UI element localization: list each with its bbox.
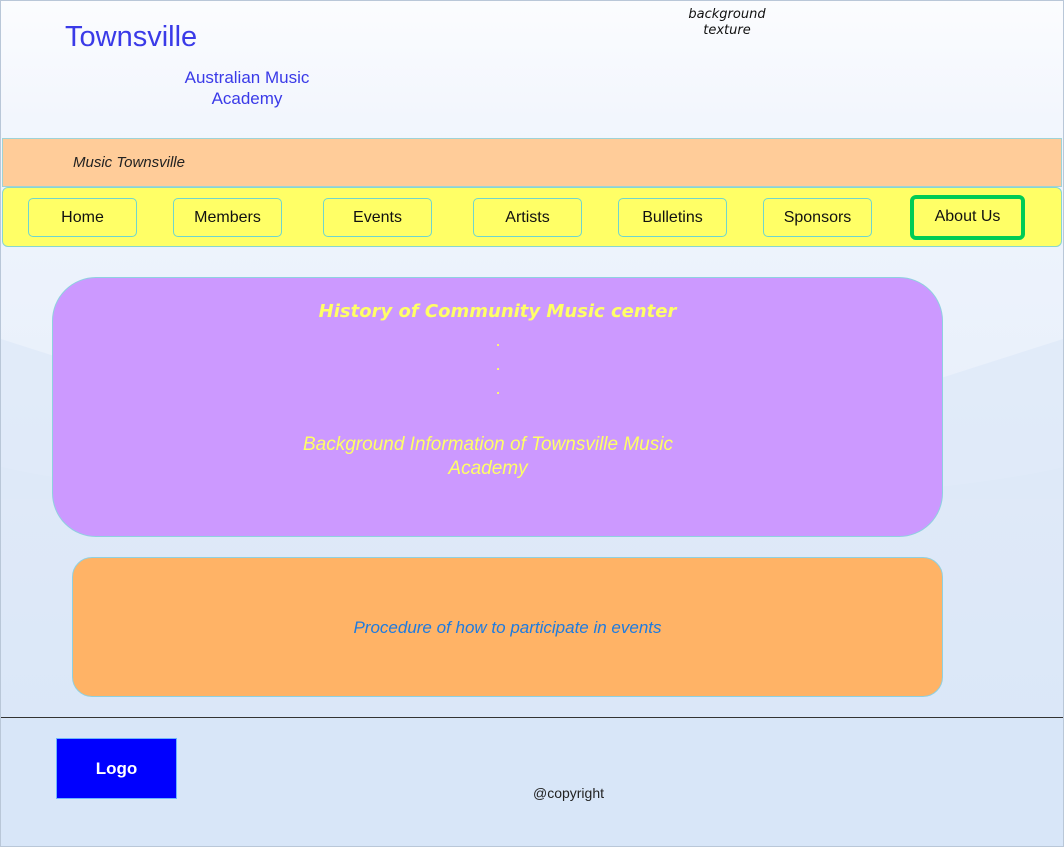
- history-title: History of Community Music center: [318, 301, 677, 322]
- ellipsis-dot: .: [496, 358, 500, 373]
- tagline-bar: Music Townsville: [2, 138, 1062, 187]
- logo[interactable]: Logo: [56, 738, 177, 799]
- nav-artists-button[interactable]: Artists: [473, 198, 582, 237]
- footer: Logo @copyright: [1, 717, 1063, 846]
- site-title[interactable]: Townsville: [65, 21, 197, 54]
- site-subtitle: Australian Music Academy: [184, 68, 310, 108]
- copyright-text: @copyright: [532, 785, 605, 801]
- ellipsis-dot: .: [496, 334, 500, 349]
- nav-home-button[interactable]: Home: [28, 198, 137, 237]
- nav-bulletins-button[interactable]: Bulletins: [618, 198, 727, 237]
- procedure-text[interactable]: Procedure of how to participate in event…: [73, 618, 942, 638]
- procedure-card: Procedure of how to participate in event…: [72, 557, 943, 697]
- nav-sponsors-button[interactable]: Sponsors: [763, 198, 872, 237]
- background-information: Background Information of Townsville Mus…: [303, 434, 673, 479]
- main-navigation: Home Members Events Artists Bulletins Sp…: [2, 187, 1062, 247]
- background-texture-note: background texture: [688, 7, 766, 38]
- ellipsis-dots: . . .: [491, 330, 505, 402]
- tagline-text: Music Townsville: [73, 154, 185, 171]
- page-canvas: Townsville Australian Music Academy back…: [0, 0, 1064, 847]
- nav-events-button[interactable]: Events: [323, 198, 432, 237]
- ellipsis-dot: .: [496, 382, 500, 397]
- nav-members-button[interactable]: Members: [173, 198, 282, 237]
- nav-about-us-button[interactable]: About Us: [910, 195, 1025, 240]
- history-card: History of Community Music center . . . …: [52, 277, 943, 537]
